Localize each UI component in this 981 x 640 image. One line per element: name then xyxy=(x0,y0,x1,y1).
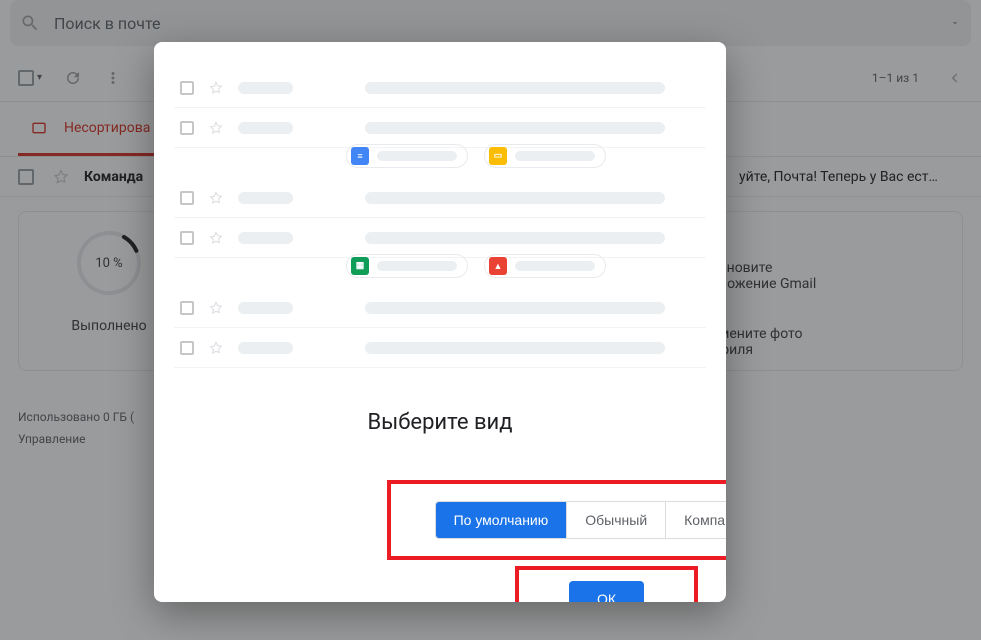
slides-icon: ▭ xyxy=(489,147,507,165)
ok-button[interactable]: ОК xyxy=(569,581,644,602)
modal-title: Выберите вид xyxy=(154,410,726,435)
image-icon: ▲ xyxy=(489,257,507,275)
density-compact-button[interactable]: Компактный xyxy=(665,502,726,538)
density-preview: ≡ ▭ ▦ ▲ xyxy=(174,68,706,386)
density-normal-button[interactable]: Обычный xyxy=(566,502,665,538)
density-segmented: По умолчанию Обычный Компактный xyxy=(435,501,726,539)
density-modal: ≡ ▭ ▦ ▲ Выберите вид По умолчанию Обычны… xyxy=(154,42,726,602)
sheets-icon: ▦ xyxy=(351,257,369,275)
highlight-ok: ОК xyxy=(515,566,698,602)
density-default-button[interactable]: По умолчанию xyxy=(436,502,567,538)
docs-icon: ≡ xyxy=(351,147,369,165)
highlight-density-options: По умолчанию Обычный Компактный xyxy=(387,480,726,560)
